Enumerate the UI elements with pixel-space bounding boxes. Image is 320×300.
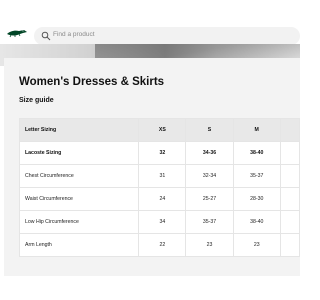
- table-cell: 31: [138, 164, 187, 188]
- size-header-xs: XS: [138, 118, 187, 142]
- table-row: Waist Circumference 24 25-27 28-30: [18, 187, 301, 211]
- table-cell: 32-34: [185, 164, 234, 188]
- row-label: Arm Length: [18, 233, 140, 257]
- table-cell-overflow: [279, 164, 301, 188]
- lacoste-size-xs: 32: [138, 141, 187, 165]
- search-input[interactable]: Find a product: [34, 27, 300, 45]
- table-row: Chest Circumference 31 32-34 35-37: [18, 164, 301, 188]
- search-placeholder: Find a product: [53, 31, 95, 38]
- table-row: Arm Length 22 23 23: [18, 233, 301, 257]
- table-cell: 23: [185, 233, 234, 257]
- lacoste-size-m: 38-40: [232, 141, 281, 165]
- table-cell: 28-30: [232, 187, 281, 211]
- table-cell-overflow: [279, 210, 301, 234]
- table-cell: 38-40: [232, 210, 281, 234]
- size-header-s: S: [185, 118, 234, 142]
- size-guide-heading: Size guide: [19, 97, 54, 104]
- letter-sizing-row: Letter Sizing XS S M: [18, 118, 301, 142]
- size-header-overflow: [279, 118, 301, 142]
- page-background: [0, 276, 300, 300]
- search-icon: [41, 31, 51, 41]
- table-cell-overflow: [279, 141, 301, 165]
- row-label: Chest Circumference: [18, 164, 140, 188]
- table-cell: 23: [232, 233, 281, 257]
- row-label: Low Hip Circumference: [18, 210, 140, 234]
- lacoste-sizing-label: Lacoste Sizing: [18, 141, 140, 165]
- size-table: Letter Sizing XS S M Lacoste Sizing 32 3…: [18, 118, 301, 257]
- lacoste-size-s: 34-36: [185, 141, 234, 165]
- table-cell: 34: [138, 210, 187, 234]
- table-cell-overflow: [279, 187, 301, 211]
- page-title: Women's Dresses & Skirts: [19, 76, 165, 88]
- lacoste-sizing-row: Lacoste Sizing 32 34-36 38-40: [18, 141, 301, 165]
- table-cell-overflow: [279, 233, 301, 257]
- size-header-m: M: [232, 118, 281, 142]
- letter-sizing-label: Letter Sizing: [18, 118, 140, 142]
- table-cell: 35-37: [232, 164, 281, 188]
- table-row: Low Hip Circumference 34 35-37 38-40: [18, 210, 301, 234]
- row-label: Waist Circumference: [18, 187, 140, 211]
- table-cell: 22: [138, 233, 187, 257]
- table-cell: 25-27: [185, 187, 234, 211]
- crocodile-logo-icon[interactable]: [6, 28, 28, 38]
- top-bar: Find a product: [0, 0, 300, 45]
- table-cell: 35-37: [185, 210, 234, 234]
- table-cell: 24: [138, 187, 187, 211]
